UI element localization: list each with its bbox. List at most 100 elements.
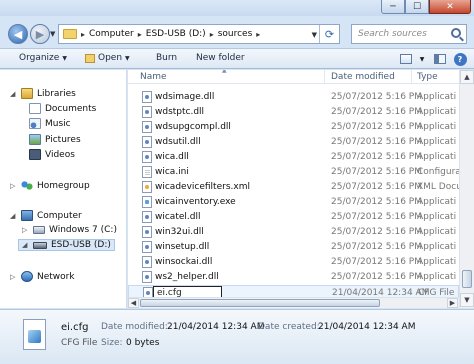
file-name: wdsutil.dll xyxy=(155,137,201,147)
file-name: wicatel.dll xyxy=(155,212,201,222)
nav-homegroup[interactable]: ▷ Homegroup xyxy=(10,180,90,191)
file-name: winsockai.dll xyxy=(155,257,213,267)
expanded-triangle-icon[interactable]: ◢ xyxy=(22,241,29,249)
close-button[interactable]: ✕ xyxy=(429,0,471,14)
breadcrumb-sources[interactable]: sources xyxy=(218,29,253,39)
horizontal-scrollbar[interactable]: ◀ ▶ xyxy=(128,297,459,308)
nav-homegroup-label: Homegroup xyxy=(37,180,90,191)
scroll-left-button[interactable]: ◀ xyxy=(128,298,139,308)
explorer-window: ─ ☐ ✕ ◀ ▶ ▼ ▸ Computer ▸ ESD-USB (D:) ▸ … xyxy=(0,0,474,364)
file-row[interactable]: wicadevicefilters.xml 25/07/2012 5:16 PM X… xyxy=(128,180,459,195)
dll-icon xyxy=(142,151,152,163)
maximize-button[interactable]: ☐ xyxy=(405,0,429,14)
file-type: Applicati xyxy=(417,197,457,207)
scroll-right-button[interactable]: ▶ xyxy=(447,298,458,308)
burn-button[interactable]: Burn xyxy=(156,53,177,63)
column-divider[interactable] xyxy=(411,70,412,84)
nav-computer-label: Computer xyxy=(37,210,82,221)
collapsed-triangle-icon[interactable]: ▷ xyxy=(22,226,29,234)
cfg-file-icon xyxy=(23,319,46,350)
column-divider[interactable] xyxy=(324,70,325,84)
arrow-left-icon: ◀ xyxy=(13,27,23,41)
vertical-scrollbar[interactable]: ▲ ▼ xyxy=(459,70,474,308)
file-type: Applicati xyxy=(417,212,457,222)
details-size-label: Size: xyxy=(101,338,123,348)
file-row[interactable]: wica.ini 25/07/2012 5:16 PM Configura xyxy=(128,165,459,180)
open-icon xyxy=(85,53,95,63)
file-row[interactable]: wicatel.dll 25/07/2012 5:16 PM Applicati xyxy=(128,210,459,225)
file-row[interactable]: wicainventory.exe 25/07/2012 5:16 PM Appli… xyxy=(128,195,459,210)
view-options-dropdown[interactable]: ▼ xyxy=(414,52,430,66)
nav-pictures[interactable]: Pictures xyxy=(29,134,81,145)
recent-pages-dropdown[interactable]: ▼ xyxy=(50,30,55,38)
breadcrumb-separator-icon[interactable]: ▸ xyxy=(256,30,260,39)
usb-drive-icon xyxy=(33,241,47,249)
nav-music[interactable]: Music xyxy=(29,118,71,129)
details-pane: ei.cfg CFG File Date modified: 21/04/201… xyxy=(0,309,474,364)
search-icon[interactable] xyxy=(451,28,461,38)
change-view-button[interactable] xyxy=(398,52,414,66)
chevron-down-icon: ▼ xyxy=(419,55,425,63)
breadcrumb-separator-icon[interactable]: ▸ xyxy=(138,30,142,39)
file-row[interactable]: wica.dll 25/07/2012 5:16 PM Applicati xyxy=(128,150,459,165)
preview-pane-button[interactable] xyxy=(432,52,448,66)
dll-icon xyxy=(142,256,152,268)
collapsed-triangle-icon[interactable]: ▷ xyxy=(10,273,17,281)
file-row[interactable]: winsockai.dll 25/07/2012 5:16 PM Applicati xyxy=(128,255,459,270)
breadcrumb-computer[interactable]: Computer xyxy=(89,29,134,39)
vertical-scroll-thumb[interactable] xyxy=(462,270,472,288)
address-bar[interactable]: ▸ Computer ▸ ESD-USB (D:) ▸ sources ▸ ▼ … xyxy=(58,24,340,44)
scroll-down-button[interactable]: ▼ xyxy=(460,293,474,307)
organize-button[interactable]: Organize ▼ xyxy=(19,53,67,63)
file-row[interactable]: wdsupgcompl.dll 25/07/2012 5:16 PM Applica… xyxy=(128,120,459,135)
minimize-button[interactable]: ─ xyxy=(381,0,405,14)
nav-libraries-label: Libraries xyxy=(37,88,76,99)
nav-computer[interactable]: ◢ Computer xyxy=(10,210,82,221)
nav-videos[interactable]: Videos xyxy=(29,149,75,160)
expanded-triangle-icon[interactable]: ◢ xyxy=(10,90,17,98)
breadcrumb-esd-usb[interactable]: ESD-USB (D:) xyxy=(146,29,206,39)
exe-icon xyxy=(142,196,152,208)
file-row[interactable]: win32ui.dll 25/07/2012 5:16 PM Applicati xyxy=(128,225,459,240)
file-date: 25/07/2012 5:16 PM xyxy=(331,272,422,282)
nav-network[interactable]: ▷ Network xyxy=(10,271,75,282)
file-row[interactable]: wdstptc.dll 25/07/2012 5:16 PM Applicati xyxy=(128,105,459,120)
file-row[interactable]: wdsutil.dll 25/07/2012 5:16 PM Applicati xyxy=(128,135,459,150)
pictures-icon xyxy=(29,134,41,145)
scroll-up-button[interactable]: ▲ xyxy=(460,70,474,84)
file-row[interactable]: ws2_helper.dll 25/07/2012 5:16 PM Applicat… xyxy=(128,270,459,285)
refresh-icon: ⟳ xyxy=(324,27,335,41)
column-header-name[interactable]: Name xyxy=(140,72,167,82)
breadcrumb-separator-icon[interactable]: ▸ xyxy=(81,30,85,39)
breadcrumb-separator-icon[interactable]: ▸ xyxy=(210,30,214,39)
column-header-date-modified[interactable]: Date modified xyxy=(331,72,395,82)
column-header-type[interactable]: Type xyxy=(417,72,438,82)
back-button[interactable]: ◀ xyxy=(8,24,28,44)
forward-button[interactable]: ▶ xyxy=(30,24,50,44)
file-row[interactable]: winsetup.dll 25/07/2012 5:16 PM Applicati xyxy=(128,240,459,255)
hard-drive-icon xyxy=(33,226,45,234)
organize-label: Organize xyxy=(19,53,60,63)
collapsed-triangle-icon[interactable]: ▷ xyxy=(10,182,17,190)
file-row[interactable]: wdsimage.dll 25/07/2012 5:16 PM Applicati xyxy=(128,90,459,105)
file-type: Applicati xyxy=(417,242,457,252)
open-button[interactable]: Open ▼ xyxy=(85,53,130,63)
new-folder-button[interactable]: New folder xyxy=(196,53,245,63)
column-header-row: ▲ Name Date modified Type xyxy=(128,70,459,84)
nav-documents[interactable]: Documents xyxy=(29,103,96,114)
file-type: Applicati xyxy=(417,257,457,267)
nav-windows7-drive[interactable]: ▷ Windows 7 (C:) xyxy=(22,225,117,235)
chevron-down-icon: ▼ xyxy=(125,54,130,62)
nav-documents-label: Documents xyxy=(45,103,97,114)
nav-libraries[interactable]: ◢ Libraries xyxy=(10,88,76,99)
expanded-triangle-icon[interactable]: ◢ xyxy=(10,212,17,220)
dll-icon xyxy=(142,211,152,223)
navigation-pane: ◢ Libraries Documents Music Pictures Vid… xyxy=(0,70,127,308)
horizontal-scroll-thumb[interactable] xyxy=(140,299,380,307)
help-button[interactable]: ? xyxy=(452,52,468,66)
refresh-button[interactable]: ⟳ xyxy=(319,25,339,43)
search-input[interactable]: Search sources xyxy=(351,24,467,44)
address-history-dropdown[interactable]: ▼ xyxy=(312,31,317,39)
minimize-icon: ─ xyxy=(390,1,396,12)
nav-esd-usb-drive[interactable]: ◢ ESD-USB (D:) xyxy=(18,239,115,251)
